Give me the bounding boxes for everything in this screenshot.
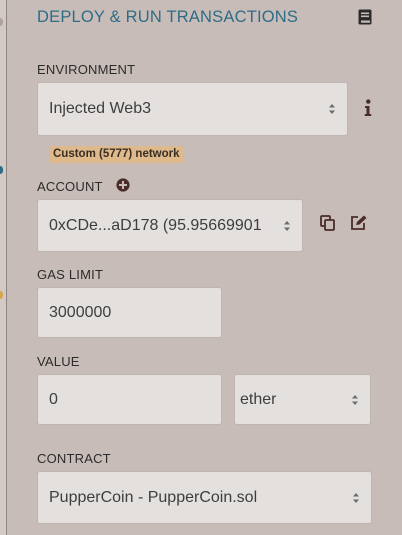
book-icon[interactable] bbox=[358, 9, 372, 25]
info-icon[interactable] bbox=[364, 99, 372, 117]
gas-limit-value: 3000000 bbox=[49, 303, 112, 321]
value-input[interactable]: 0 bbox=[37, 374, 222, 425]
panel-title: DEPLOY & RUN TRANSACTIONS bbox=[37, 8, 299, 26]
account-select-value: 0xCDe...aD178 (95.95669901 bbox=[49, 216, 262, 234]
sidebar-marker bbox=[0, 18, 3, 26]
contract-select[interactable]: PupperCoin - PupperCoin.sol bbox=[37, 471, 372, 524]
plus-circle-icon[interactable] bbox=[116, 178, 130, 192]
account-label: ACCOUNT bbox=[37, 179, 103, 194]
sidebar-marker-active bbox=[0, 166, 3, 174]
environment-select-value: Injected Web3 bbox=[49, 100, 151, 117]
environment-select[interactable]: Injected Web3 bbox=[37, 82, 348, 136]
gas-limit-label: GAS LIMIT bbox=[37, 267, 104, 282]
edit-icon[interactable] bbox=[350, 215, 367, 231]
contract-label: CONTRACT bbox=[37, 451, 111, 466]
network-badge: Custom (5777) network bbox=[49, 146, 184, 163]
select-caret-icon bbox=[353, 493, 359, 503]
value-amount: 0 bbox=[49, 390, 58, 408]
gas-limit-input[interactable]: 3000000 bbox=[37, 287, 222, 338]
value-label: VALUE bbox=[37, 354, 80, 369]
select-caret-icon bbox=[329, 104, 335, 114]
value-unit: ether bbox=[240, 390, 277, 408]
select-caret-icon bbox=[352, 395, 358, 405]
account-select[interactable]: 0xCDe...aD178 (95.95669901 bbox=[37, 199, 303, 252]
icon-sidebar-edge bbox=[0, 0, 7, 535]
copy-icon[interactable] bbox=[320, 215, 335, 231]
deploy-run-panel: DEPLOY & RUN TRANSACTIONS ENVIRONMENT In… bbox=[7, 0, 402, 535]
select-caret-icon bbox=[284, 221, 290, 231]
environment-label: ENVIRONMENT bbox=[37, 62, 136, 77]
contract-select-value: PupperCoin - PupperCoin.sol bbox=[49, 488, 258, 506]
sidebar-marker-warning bbox=[0, 291, 3, 299]
value-unit-select[interactable]: ether bbox=[234, 374, 371, 425]
